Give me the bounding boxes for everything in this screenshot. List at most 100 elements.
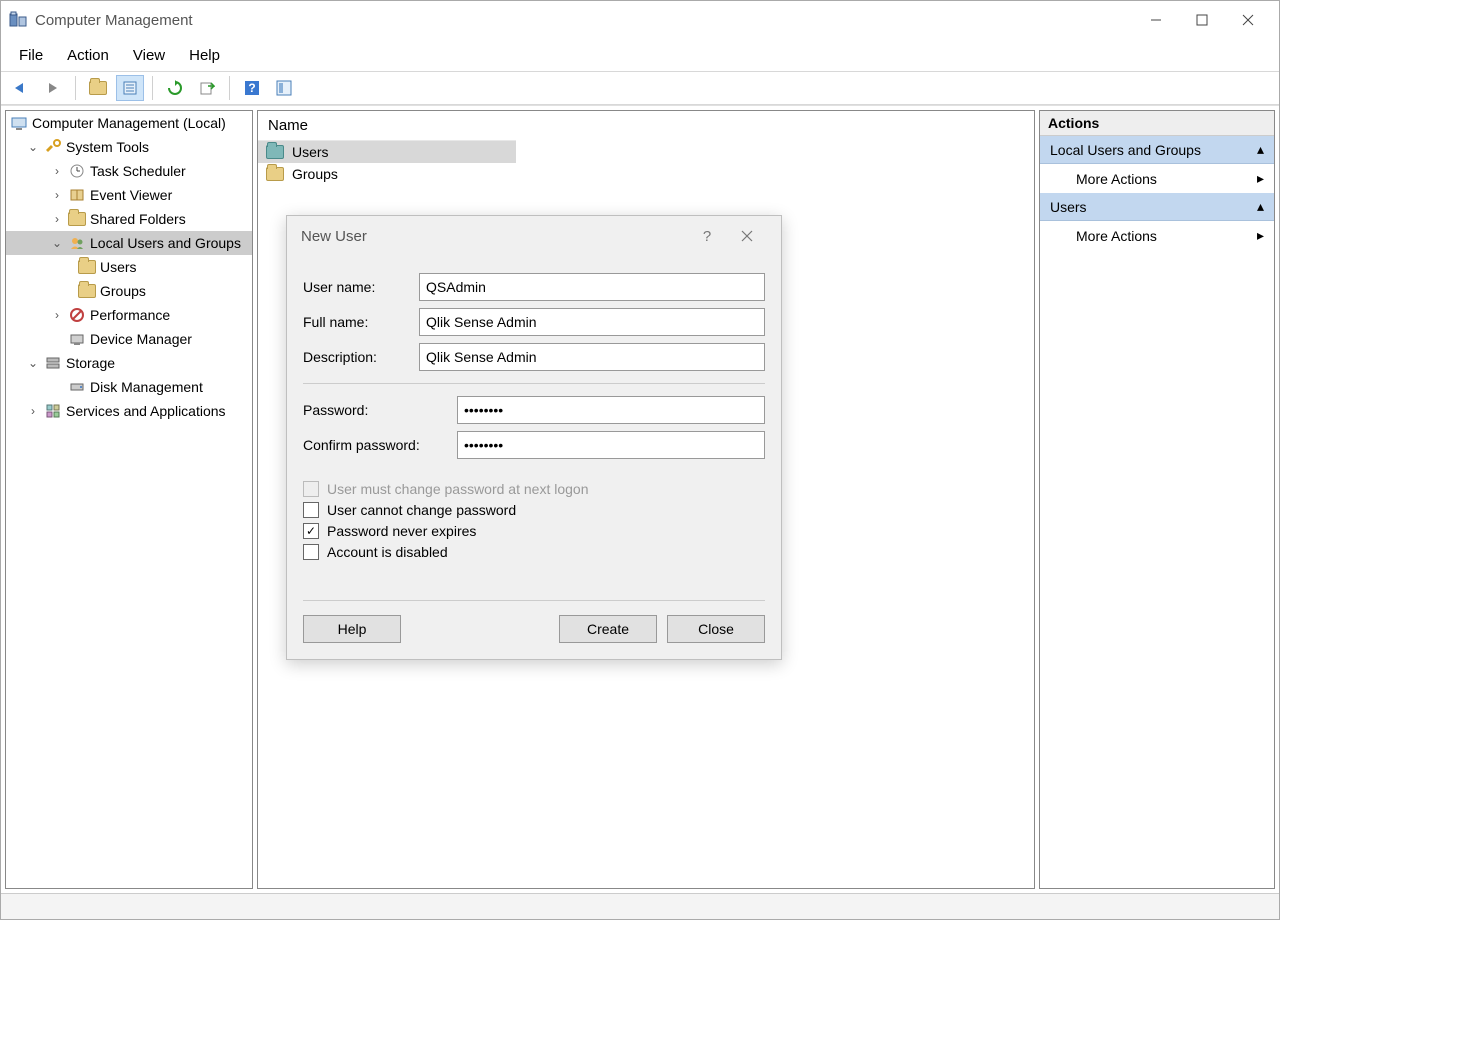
check-must-change-label: User must change password at next logon xyxy=(327,481,588,497)
tree-event-viewer-label: Event Viewer xyxy=(90,187,172,203)
folder-icon xyxy=(266,145,284,159)
confirm-password-field[interactable] xyxy=(457,431,765,459)
tree-storage-label: Storage xyxy=(66,355,115,371)
submenu-icon: ▸ xyxy=(1257,227,1264,244)
create-button-label: Create xyxy=(587,621,629,637)
close-button[interactable]: Close xyxy=(667,615,765,643)
maximize-button[interactable] xyxy=(1179,5,1225,35)
export-button[interactable] xyxy=(193,75,221,101)
dialog-help-icon[interactable]: ? xyxy=(687,220,727,252)
check-cannot-change-label: User cannot change password xyxy=(327,502,516,518)
forward-button[interactable] xyxy=(39,75,67,101)
menu-view[interactable]: View xyxy=(123,43,175,68)
check-never-expires-label: Password never expires xyxy=(327,523,476,539)
window-title: Computer Management xyxy=(35,12,193,29)
tree-performance[interactable]: › Performance xyxy=(6,303,252,327)
services-icon xyxy=(44,402,62,420)
tree-groups-label: Groups xyxy=(100,283,146,299)
tree-system-tools[interactable]: ⌄ System Tools xyxy=(6,135,252,159)
help-icon[interactable]: ? xyxy=(238,75,266,101)
tree-task-scheduler-label: Task Scheduler xyxy=(90,163,186,179)
actions-more-1-label: More Actions xyxy=(1076,171,1157,187)
fullname-label: Full name: xyxy=(303,314,419,330)
close-button-label: Close xyxy=(698,621,734,637)
actions-group-local-users[interactable]: Local Users and Groups ▴ xyxy=(1040,136,1274,164)
username-field[interactable] xyxy=(419,273,765,301)
tree-panel: Computer Management (Local) ⌄ System Too… xyxy=(5,110,253,889)
menu-help[interactable]: Help xyxy=(179,43,230,68)
tree-device-manager[interactable]: › Device Manager xyxy=(6,327,252,351)
properties-button[interactable] xyxy=(116,75,144,101)
tree-local-users-groups[interactable]: ⌄ Local Users and Groups xyxy=(6,231,252,255)
folder-icon xyxy=(78,258,96,276)
tree-root[interactable]: Computer Management (Local) xyxy=(6,111,252,135)
tree-users[interactable]: Users xyxy=(6,255,252,279)
twisty-closed-icon: › xyxy=(50,188,64,202)
menu-action[interactable]: Action xyxy=(57,43,119,68)
tree-local-users-groups-label: Local Users and Groups xyxy=(90,235,241,251)
actions-group-local-users-label: Local Users and Groups xyxy=(1050,142,1201,158)
help-button-label: Help xyxy=(338,621,367,637)
create-button[interactable]: Create xyxy=(559,615,657,643)
description-field[interactable] xyxy=(419,343,765,371)
check-cannot-change[interactable]: User cannot change password xyxy=(303,502,765,518)
actions-more-2-label: More Actions xyxy=(1076,228,1157,244)
performance-icon xyxy=(68,306,86,324)
twisty-open-icon: ⌄ xyxy=(50,236,64,250)
tree-services-apps[interactable]: › Services and Applications xyxy=(6,399,252,423)
show-hide-button[interactable] xyxy=(270,75,298,101)
tree-services-apps-label: Services and Applications xyxy=(66,403,226,419)
confirm-password-label: Confirm password: xyxy=(303,437,457,453)
collapse-icon: ▴ xyxy=(1257,141,1264,158)
tree-disk-management[interactable]: › Disk Management xyxy=(6,375,252,399)
twisty-open-icon: ⌄ xyxy=(26,140,40,154)
clock-icon xyxy=(68,162,86,180)
check-account-disabled[interactable]: Account is disabled xyxy=(303,544,765,560)
list-item-groups[interactable]: Groups xyxy=(258,163,516,185)
checkbox-icon[interactable] xyxy=(303,544,319,560)
actions-more-2[interactable]: More Actions ▸ xyxy=(1040,221,1274,250)
list-item-groups-label: Groups xyxy=(292,166,338,182)
up-folder-button[interactable] xyxy=(84,75,112,101)
tree-storage[interactable]: ⌄ Storage xyxy=(6,351,252,375)
menubar: File Action View Help xyxy=(1,39,1279,71)
help-button[interactable]: Help xyxy=(303,615,401,643)
dialog-close-icon[interactable] xyxy=(727,220,767,252)
fullname-field[interactable] xyxy=(419,308,765,336)
tree-groups[interactable]: Groups xyxy=(6,279,252,303)
device-icon xyxy=(68,330,86,348)
refresh-button[interactable] xyxy=(161,75,189,101)
minimize-button[interactable] xyxy=(1133,5,1179,35)
check-never-expires[interactable]: ✓ Password never expires xyxy=(303,523,765,539)
password-field[interactable] xyxy=(457,396,765,424)
tree-performance-label: Performance xyxy=(90,307,170,323)
computer-icon xyxy=(10,114,28,132)
checkbox-icon[interactable] xyxy=(303,502,319,518)
tree-event-viewer[interactable]: › Event Viewer xyxy=(6,183,252,207)
description-label: Description: xyxy=(303,349,419,365)
users-icon xyxy=(68,234,86,252)
column-header-name[interactable]: Name xyxy=(258,111,516,141)
storage-icon xyxy=(44,354,62,372)
submenu-icon: ▸ xyxy=(1257,170,1264,187)
twisty-closed-icon: › xyxy=(50,308,64,322)
list-item-users[interactable]: Users xyxy=(258,141,516,163)
tree-shared-folders[interactable]: › Shared Folders xyxy=(6,207,252,231)
check-account-disabled-label: Account is disabled xyxy=(327,544,448,560)
twisty-closed-icon: › xyxy=(50,164,64,178)
checkbox-checked-icon[interactable]: ✓ xyxy=(303,523,319,539)
dialog-titlebar: New User ? xyxy=(287,216,781,256)
menu-file[interactable]: File xyxy=(9,43,53,68)
check-must-change: User must change password at next logon xyxy=(303,481,765,497)
tree-task-scheduler[interactable]: › Task Scheduler xyxy=(6,159,252,183)
actions-more-1[interactable]: More Actions ▸ xyxy=(1040,164,1274,193)
shared-folder-icon xyxy=(68,210,86,228)
list-item-users-label: Users xyxy=(292,144,329,160)
back-button[interactable] xyxy=(7,75,35,101)
tree-root-label: Computer Management (Local) xyxy=(32,115,226,131)
disk-icon xyxy=(68,378,86,396)
tree-device-manager-label: Device Manager xyxy=(90,331,192,347)
actions-group-users[interactable]: Users ▴ xyxy=(1040,193,1274,221)
close-button[interactable] xyxy=(1225,5,1271,35)
tree-disk-management-label: Disk Management xyxy=(90,379,203,395)
